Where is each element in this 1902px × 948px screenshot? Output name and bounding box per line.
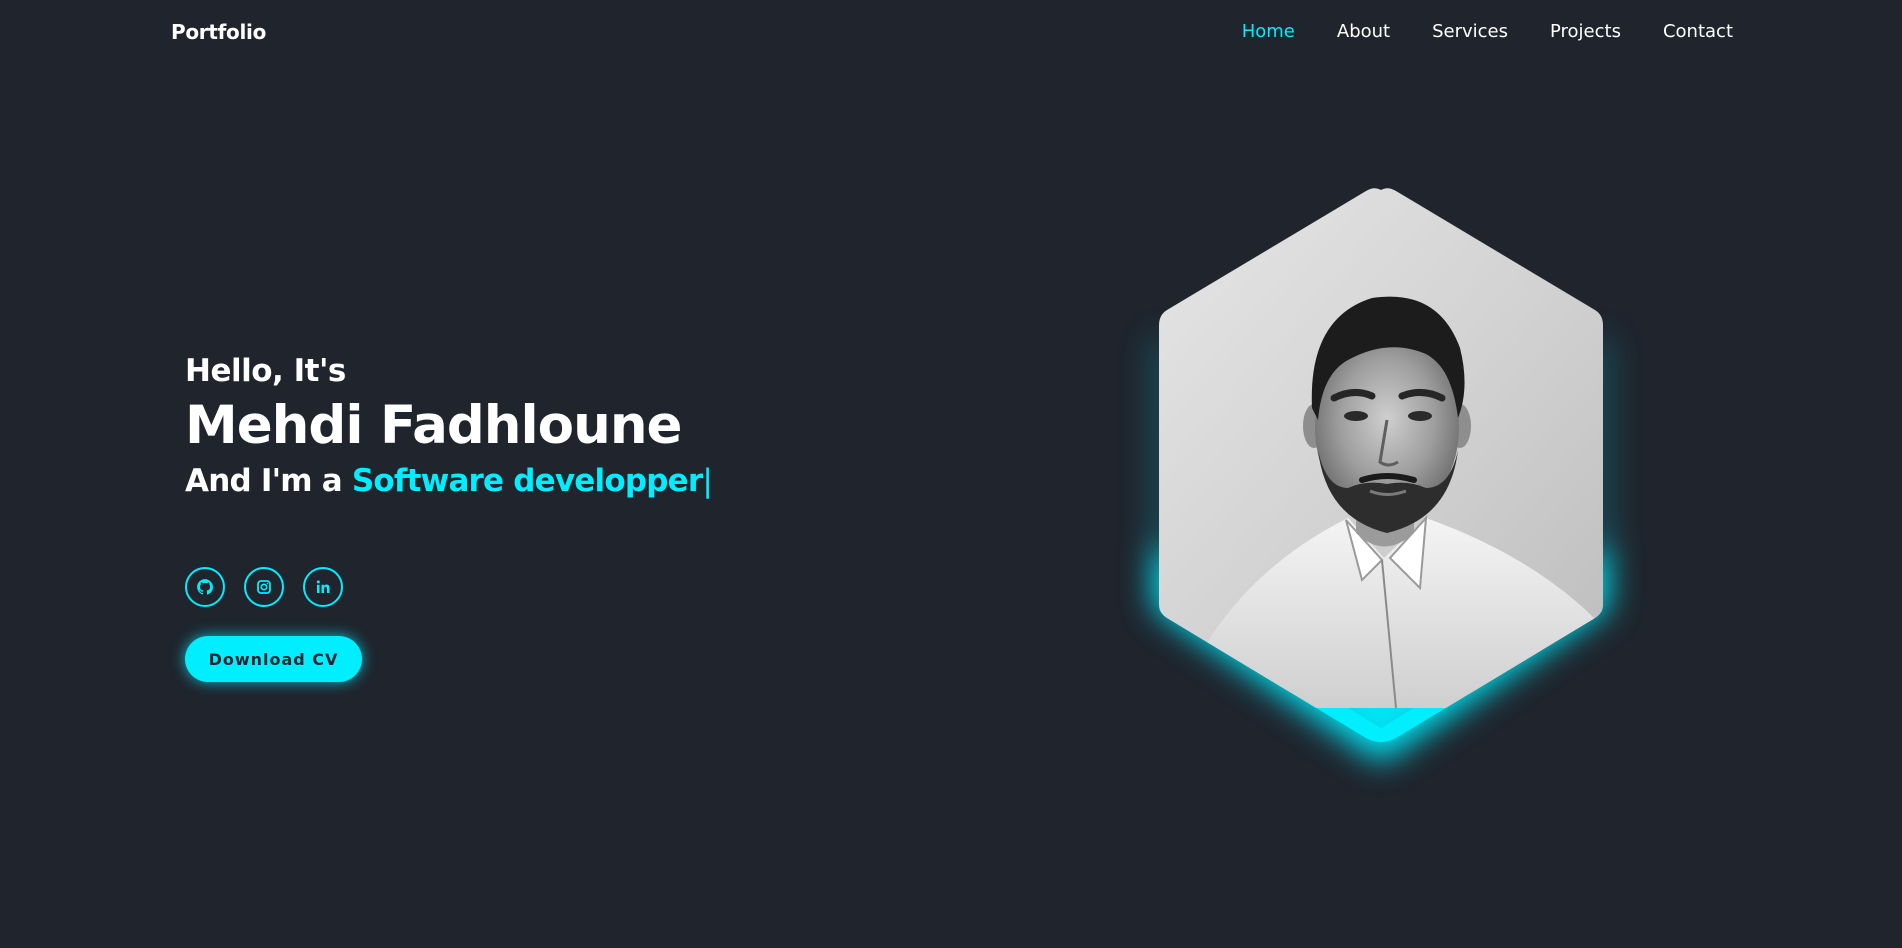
typing-cursor: | (702, 463, 712, 499)
profile-hexagon (1154, 188, 1608, 763)
role-typed: Software developper (351, 463, 703, 499)
download-cv-button[interactable]: Download CV (185, 636, 362, 682)
instagram-icon (257, 580, 271, 594)
hero-role: And I'm a Software developper| (185, 459, 713, 503)
github-link[interactable] (185, 567, 225, 607)
github-icon (197, 579, 213, 595)
social-links (185, 567, 343, 607)
hero-name: Mehdi Fadhloune (185, 395, 683, 456)
nav-home[interactable]: Home (1242, 21, 1295, 42)
greeting: Hello, It's (185, 353, 346, 389)
instagram-link[interactable] (244, 567, 284, 607)
nav-contact[interactable]: Contact (1663, 21, 1733, 42)
hero-intro: Hello, It's Mehdi Fadhloune And I'm a So… (185, 351, 713, 503)
profile-portrait (1154, 188, 1608, 763)
role-prefix: And I'm a (185, 463, 352, 499)
main-nav: Home About Services Projects Contact (1200, 21, 1733, 42)
site-header: Portfolio Home About Services Projects C… (0, 0, 1902, 66)
linkedin-link[interactable] (303, 567, 343, 607)
nav-projects[interactable]: Projects (1550, 21, 1621, 42)
linkedin-icon (316, 580, 330, 593)
nav-services[interactable]: Services (1432, 21, 1508, 42)
logo[interactable]: Portfolio (171, 20, 266, 44)
nav-about[interactable]: About (1337, 21, 1390, 42)
